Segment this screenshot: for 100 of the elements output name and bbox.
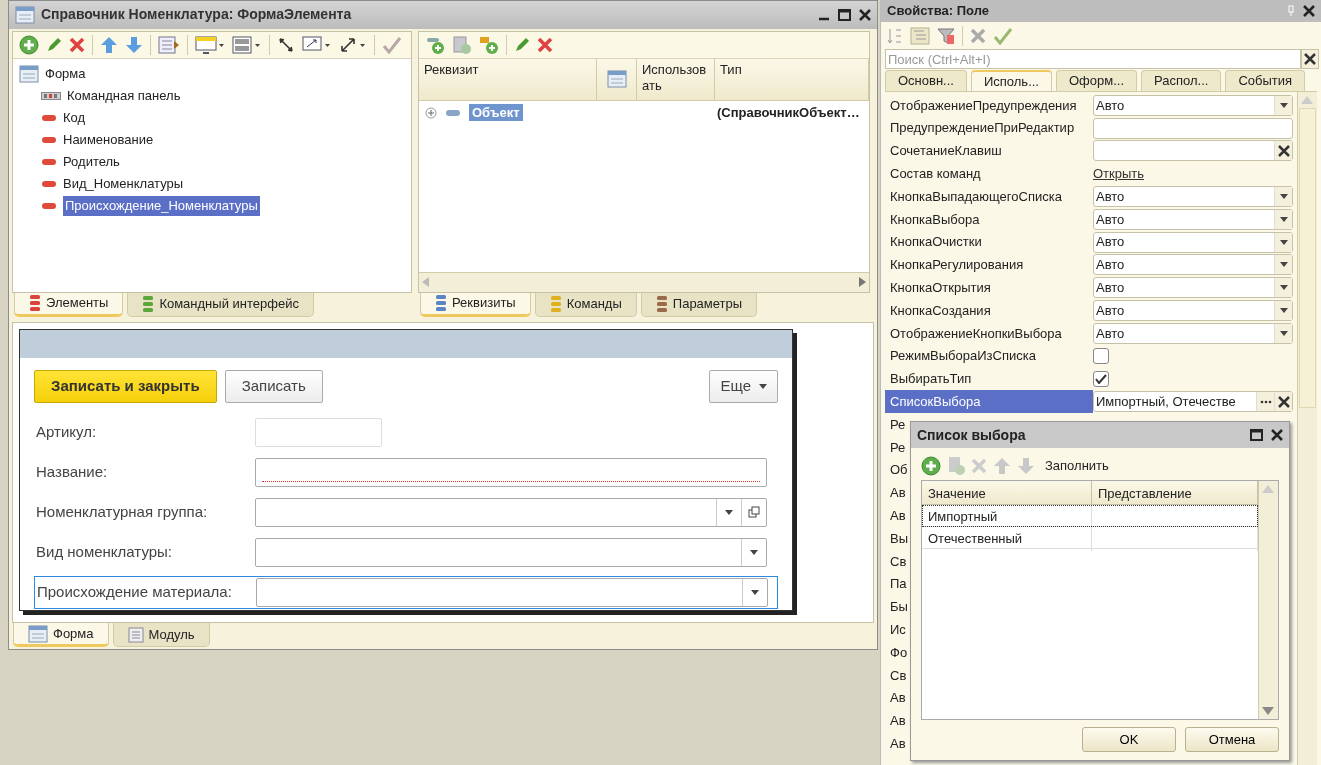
pin-icon[interactable] xyxy=(1287,5,1295,17)
tab[interactable]: Параметры xyxy=(640,292,758,317)
add-table-icon[interactable] xyxy=(452,34,472,55)
down-arrow-icon[interactable] xyxy=(1017,457,1035,475)
expand-icon[interactable] xyxy=(425,106,437,119)
dropdown-field[interactable]: Авто xyxy=(1093,208,1293,230)
tree-item[interactable]: Форма xyxy=(45,64,86,84)
tree-item[interactable]: Происхождение_Номенклатуры xyxy=(63,196,260,216)
table-row[interactable]: Импортный xyxy=(922,505,1258,527)
tree-item[interactable]: Код xyxy=(63,108,86,128)
check-icon[interactable] xyxy=(382,35,402,54)
up-arrow-icon[interactable] xyxy=(993,457,1011,475)
add-icon[interactable] xyxy=(921,456,941,476)
dropdown-field[interactable]: Авто xyxy=(1093,277,1293,299)
column-header[interactable]: Значение xyxy=(922,481,1092,507)
property-name[interactable]: РежимВыбораИзСписка xyxy=(885,344,1093,368)
open-link[interactable]: Открыть xyxy=(1093,164,1145,184)
maximize-icon[interactable] xyxy=(838,8,851,21)
clear-icon[interactable] xyxy=(1277,145,1290,157)
clear-icon[interactable] xyxy=(1304,53,1316,65)
tree-item[interactable]: Вид_Номенклатуры xyxy=(63,174,184,194)
property-name[interactable]: Состав команд xyxy=(885,162,1093,186)
check-icon[interactable] xyxy=(993,26,1013,45)
categories-icon[interactable] xyxy=(910,26,930,45)
column-header[interactable]: Реквизит xyxy=(419,58,597,100)
dialog-button[interactable]: Отмена xyxy=(1185,727,1279,752)
tab[interactable]: Форма xyxy=(13,623,109,648)
property-name[interactable]: КнопкаОчистки xyxy=(885,230,1093,254)
property-name[interactable]: ОтображениеКнопкиВыбора xyxy=(885,321,1093,345)
property-name[interactable]: КнопкаСоздания xyxy=(885,299,1093,322)
vertical-scrollbar[interactable] xyxy=(1258,481,1278,719)
table-row[interactable]: Отечественный xyxy=(922,527,1258,549)
down-arrow-icon[interactable] xyxy=(125,35,143,54)
pencil-icon[interactable] xyxy=(514,36,530,53)
input-field[interactable] xyxy=(1093,117,1293,139)
checkbox[interactable] xyxy=(1093,370,1109,387)
tab[interactable]: Командный интерфейс xyxy=(127,292,314,317)
input-field[interactable] xyxy=(256,577,768,607)
property-name[interactable]: ОтображениеПредупреждения xyxy=(885,94,1093,117)
tab[interactable]: Модуль xyxy=(112,623,210,648)
property-name[interactable]: ПредупреждениеПриРедактир xyxy=(885,116,1093,140)
tab[interactable]: Исполь... xyxy=(970,70,1052,91)
dropdown-field[interactable]: Авто xyxy=(1093,94,1293,116)
column-header[interactable]: Тип xyxy=(715,58,869,100)
add-folder-icon[interactable] xyxy=(479,34,499,55)
pencil-icon[interactable] xyxy=(46,36,62,53)
fill-button[interactable]: Заполнить xyxy=(1045,456,1109,476)
input-field[interactable] xyxy=(255,537,767,567)
tab[interactable]: Основн... xyxy=(885,70,967,91)
property-name[interactable]: СочетаниеКлавиш xyxy=(885,139,1093,163)
tab[interactable]: Оформ... xyxy=(1056,70,1138,91)
swap-arrows-icon[interactable] xyxy=(277,35,295,54)
property-name[interactable]: КнопкаОткрытия xyxy=(885,276,1093,300)
ellipsis-icon[interactable] xyxy=(1259,399,1272,404)
input-field[interactable] xyxy=(255,457,767,487)
checkbox[interactable] xyxy=(1093,348,1109,365)
open-icon[interactable] xyxy=(748,506,760,518)
maximize-icon[interactable] xyxy=(1250,429,1263,441)
tab[interactable]: Элементы xyxy=(14,292,124,317)
copy-icon[interactable] xyxy=(947,456,965,476)
dropdown-field[interactable]: Авто xyxy=(1093,231,1293,253)
list-icon[interactable] xyxy=(158,35,180,54)
add-icon[interactable] xyxy=(19,34,39,55)
tree-item[interactable]: Родитель xyxy=(63,152,120,172)
resize-icon[interactable] xyxy=(302,35,332,54)
sort-icon[interactable] xyxy=(887,26,903,45)
diagonal-arrow-icon[interactable] xyxy=(339,35,367,54)
monitor-icon[interactable] xyxy=(195,35,225,54)
vertical-scrollbar[interactable] xyxy=(1297,92,1317,765)
close-icon[interactable] xyxy=(1271,429,1283,441)
more-button[interactable]: Еще xyxy=(709,369,778,403)
clear-icon[interactable] xyxy=(1277,395,1290,408)
tree-item[interactable]: Командная панель xyxy=(67,86,181,106)
dropdown-field[interactable]: Авто xyxy=(1093,300,1293,322)
dialog-button[interactable]: OK xyxy=(1082,727,1176,752)
input-field[interactable]: Импортный, Отечестве xyxy=(1093,391,1293,413)
delete-icon[interactable] xyxy=(970,27,986,44)
dropdown-field[interactable]: Авто xyxy=(1093,322,1293,344)
search-field[interactable]: Поиск (Ctrl+Alt+I) xyxy=(885,49,1301,69)
tab[interactable]: События xyxy=(1225,70,1306,91)
close-icon[interactable] xyxy=(1303,5,1315,17)
tab[interactable]: Реквизиты xyxy=(420,292,531,317)
delete-icon[interactable] xyxy=(69,36,85,53)
input-field[interactable] xyxy=(255,497,767,527)
up-arrow-icon[interactable] xyxy=(100,35,118,54)
column-header[interactable]: Использовать xyxy=(637,58,715,100)
close-icon[interactable] xyxy=(859,8,871,21)
tab[interactable]: Распол... xyxy=(1141,70,1222,91)
tree-item[interactable]: Наименование xyxy=(63,130,154,150)
filter-icon[interactable] xyxy=(937,26,955,45)
property-name[interactable]: СписокВыбора xyxy=(885,390,1093,414)
layout-icon[interactable] xyxy=(232,35,262,54)
tab[interactable]: Команды xyxy=(534,292,637,317)
property-name[interactable]: ВыбиратьТип xyxy=(885,367,1093,391)
property-name[interactable]: КнопкаРегулирования xyxy=(885,253,1093,277)
form-button[interactable]: Записать xyxy=(224,369,323,403)
input-field[interactable] xyxy=(1093,140,1293,162)
dropdown-field[interactable]: Авто xyxy=(1093,254,1293,276)
delete-icon[interactable] xyxy=(537,36,553,53)
dropdown-field[interactable]: Авто xyxy=(1093,186,1293,208)
